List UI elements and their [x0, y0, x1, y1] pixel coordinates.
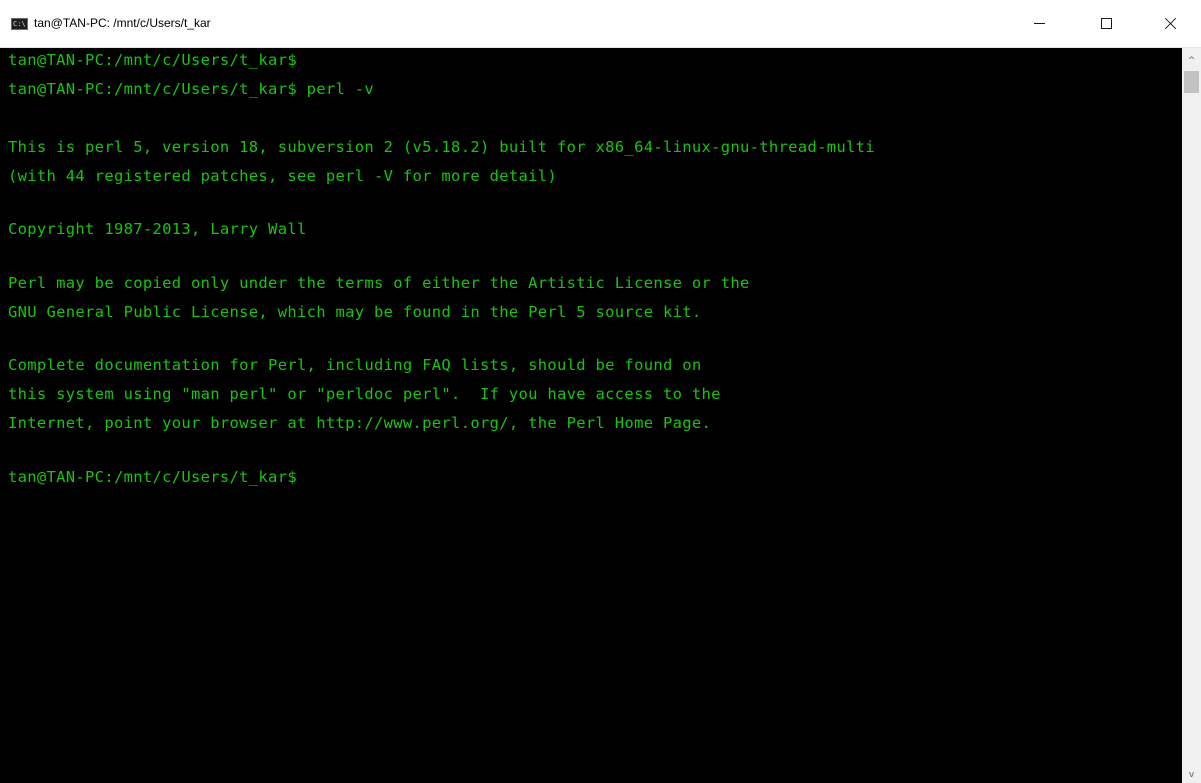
terminal-output[interactable]: tan@TAN-PC:/mnt/c/Users/t_kar$ tan@TAN-P… [0, 48, 1182, 783]
terminal-prompt-line: tan@TAN-PC:/mnt/c/Users/t_kar$ [8, 468, 297, 486]
terminal-line: this system using "man perl" or "perldoc… [8, 385, 721, 403]
minimize-button[interactable] [1016, 0, 1062, 47]
maximize-icon [1100, 18, 1112, 29]
scroll-thumb[interactable] [1184, 71, 1199, 93]
terminal-line: (with 44 registered patches, see perl -V… [8, 167, 558, 185]
scroll-down-arrow-icon[interactable]: v [1182, 766, 1201, 783]
terminal-line: This is perl 5, version 18, subversion 2… [8, 138, 875, 156]
minimize-icon [1033, 23, 1045, 24]
title-bar[interactable]: C:\ tan@TAN-PC: /mnt/c/Users/t_kar [0, 0, 1201, 48]
terminal-line: GNU General Public License, which may be… [8, 303, 702, 321]
console-app-icon[interactable]: C:\ [11, 18, 28, 30]
close-icon [1164, 17, 1177, 30]
terminal-line: tan@TAN-PC:/mnt/c/Users/t_kar$ perl -v [8, 80, 375, 98]
terminal-line: tan@TAN-PC:/mnt/c/Users/t_kar$ [8, 51, 297, 69]
close-button[interactable] [1147, 0, 1193, 47]
terminal-window: C:\ tan@TAN-PC: /mnt/c/Users/t_kar tan@T… [0, 0, 1201, 783]
maximize-button[interactable] [1083, 0, 1129, 47]
terminal-line: Copyright 1987-2013, Larry Wall [8, 220, 307, 238]
terminal-line: Complete documentation for Perl, includi… [8, 356, 702, 374]
vertical-scrollbar[interactable]: ^ v [1182, 48, 1201, 783]
scroll-up-arrow-icon[interactable]: ^ [1182, 52, 1201, 69]
terminal-line: Internet, point your browser at http://w… [8, 414, 712, 432]
terminal-line: Perl may be copied only under the terms … [8, 274, 750, 292]
window-title: tan@TAN-PC: /mnt/c/Users/t_kar [34, 16, 211, 30]
